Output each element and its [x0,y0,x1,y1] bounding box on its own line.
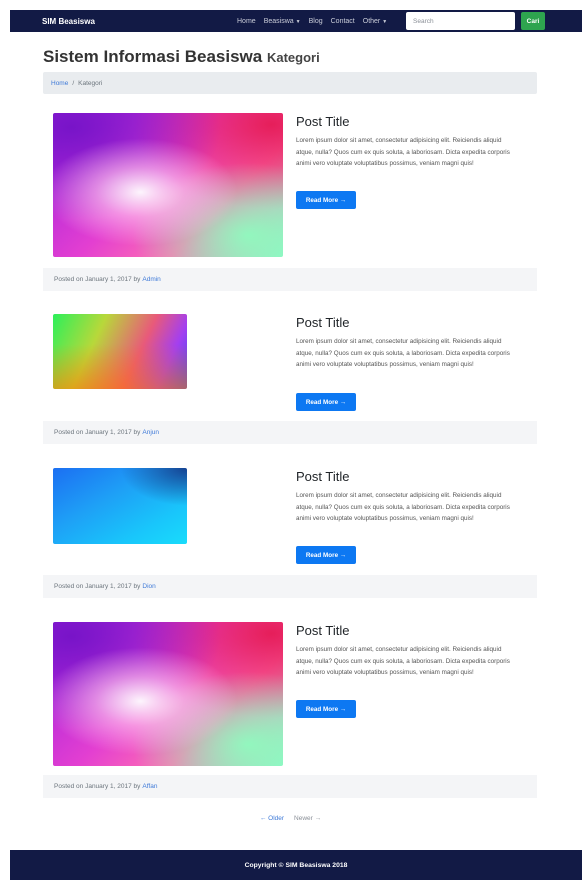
post-text: Lorem ipsum dolor sit amet, consectetur … [296,137,510,167]
post-footer: Posted on January 1, 2017 by Dion [43,575,537,598]
post-author-link[interactable]: Dion [142,583,155,590]
post-footer: Posted on January 1, 2017 by Affan [43,775,537,798]
breadcrumb: Home / Kategori [43,72,537,94]
newer-link[interactable]: Newer → [294,815,321,822]
read-more-button[interactable]: Read More → [296,546,356,564]
page-subtitle: Kategori [266,50,320,65]
read-more-button[interactable]: Read More → [296,393,356,411]
search-button[interactable]: Cari [521,12,545,30]
post-image[interactable] [53,622,283,766]
breadcrumb-home-link[interactable]: Home [51,80,68,87]
post-image[interactable] [53,113,283,257]
copyright-text: Copyright © SIM Beasiswa 2018 [244,861,348,869]
post-author-link[interactable]: Anjun [142,429,159,436]
post-title: Post Title [296,469,350,484]
post-meta: Posted on January 1, 2017 by [54,429,141,436]
post-meta: Posted on January 1, 2017 by [54,783,141,790]
post-title: Post Title [296,315,350,330]
nav-link-home[interactable]: Home [237,18,256,25]
post-footer: Posted on January 1, 2017 by Anjun [43,421,537,444]
post-text: Lorem ipsum dolor sit amet, consectetur … [296,646,510,676]
post-image[interactable] [53,468,187,544]
nav-link-blog[interactable]: Blog [309,18,323,25]
breadcrumb-separator: / [72,79,75,87]
post-title: Post Title [296,114,350,129]
post-text: Lorem ipsum dolor sit amet, consectetur … [296,338,510,368]
pagination: ← Older Newer → [0,815,582,822]
caret-down-icon: ▼ [382,18,388,25]
post-card: Post Title Lorem ipsum dolor sit amet, c… [43,612,537,800]
nav-link-other[interactable]: Other ▼ [363,18,387,25]
post-author-link[interactable]: Admin [142,276,160,283]
read-more-button[interactable]: Read More → [296,191,356,209]
post-text: Lorem ipsum dolor sit amet, consectetur … [296,492,510,522]
search-input[interactable] [406,12,515,30]
nav-link-beasiswa-label: Beasiswa [263,17,294,25]
nav-link-beasiswa[interactable]: Beasiswa ▼ [264,18,301,25]
page-title-main: Sistem Informasi Beasiswa [43,47,263,66]
post-card: Post Title Lorem ipsum dolor sit amet, c… [43,457,537,599]
page-title: Sistem Informasi Beasiswa Kategori [43,47,320,67]
brand-link[interactable]: SIM Beasiswa [42,17,95,26]
nav-link-other-label: Other [362,17,381,25]
post-meta: Posted on January 1, 2017 by [54,276,141,283]
caret-down-icon: ▼ [295,18,301,25]
post-meta: Posted on January 1, 2017 by [54,583,141,590]
post-title: Post Title [296,623,350,638]
nav-link-contact[interactable]: Contact [331,18,355,25]
nav-links: Home Beasiswa ▼ Blog Contact Other ▼ [237,10,387,32]
post-card: Post Title Lorem ipsum dolor sit amet, c… [43,303,537,444]
breadcrumb-current: Kategori [78,79,103,87]
post-card: Post Title Lorem ipsum dolor sit amet, c… [43,103,537,291]
post-image[interactable] [53,314,187,389]
post-author-link[interactable]: Affan [142,783,157,790]
site-footer: Copyright © SIM Beasiswa 2018 [10,850,582,880]
older-link[interactable]: ← Older [260,815,284,822]
post-footer: Posted on January 1, 2017 by Admin [43,268,537,291]
read-more-button[interactable]: Read More → [296,700,356,718]
navbar: SIM Beasiswa Home Beasiswa ▼ Blog Contact… [10,10,582,32]
